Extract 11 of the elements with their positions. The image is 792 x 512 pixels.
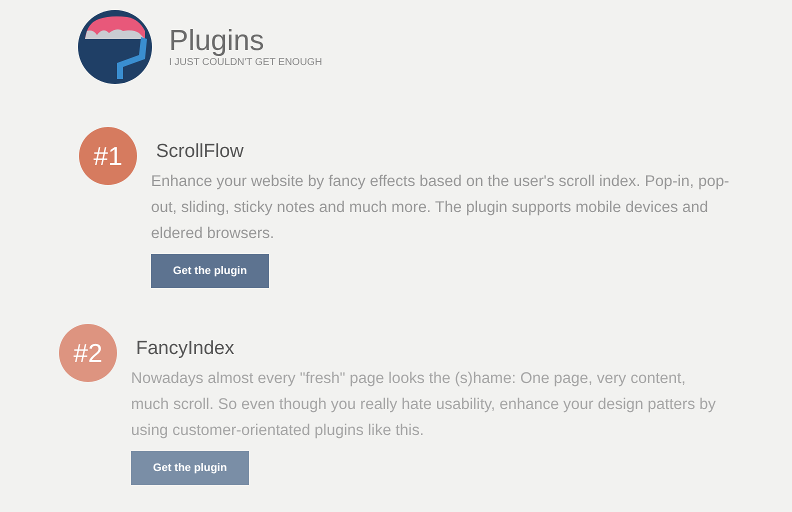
number-badge: #1 (79, 127, 137, 185)
plugin-description: Nowadays almost every "fresh" page looks the (s)hame: One page, very content, much scroll. So even though you really hate usability, enhance your design patters by using customer-orientated plugins like this. (131, 369, 717, 441)
get-plugin-button[interactable]: Get the plugin (151, 254, 269, 288)
get-plugin-button[interactable]: Get the plugin (131, 451, 249, 485)
logo-icon (77, 9, 153, 85)
page-subtitle: I JUST COULDN'T GET ENOUGH (169, 57, 322, 69)
plugin-name: ScrollFlow (156, 140, 245, 164)
page-title: Plugins (169, 25, 266, 57)
number-badge: #2 (59, 324, 117, 382)
plugin-description: Enhance your website by fancy effects based on the user's scroll index. Pop-in, pop-out, sliding, sticky notes and much more. The plugin supports mobile devices and eldered browsers. (151, 172, 730, 244)
plugin-name: FancyIndex (136, 337, 236, 361)
